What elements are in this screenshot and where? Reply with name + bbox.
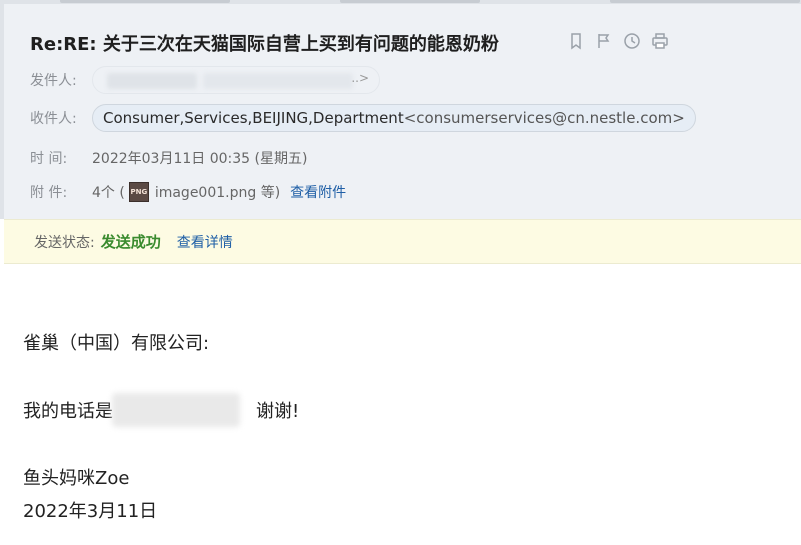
recipient-address: <consumerservices@cn.nestle.com> — [403, 109, 685, 127]
redacted-sender-address — [203, 73, 353, 89]
body-date: 2022年3月11日 — [23, 501, 158, 522]
from-suffix: ..> — [351, 71, 369, 85]
body-greeting: 雀巢（中国）有限公司: — [23, 333, 210, 354]
email-subject: Re:RE: 关于三次在天猫国际自营上买到有问题的能恩奶粉 — [30, 34, 499, 55]
flag-icon — [598, 34, 610, 48]
body-signature: 鱼头妈咪Zoe — [23, 468, 130, 489]
bookmark-button[interactable] — [566, 31, 586, 51]
redacted-sender — [107, 73, 197, 89]
attachment-file[interactable]: image001.png 等) — [155, 182, 280, 202]
from-label: 发件人: — [30, 73, 77, 89]
header-actions — [566, 31, 670, 53]
print-icon — [652, 33, 668, 49]
to-row: 收件人: Consumer,Services,BEIJING,Departmen… — [30, 104, 696, 132]
png-file-icon[interactable]: PNG — [128, 182, 149, 202]
body-phone-suffix: 谢谢! — [256, 401, 300, 422]
from-chip[interactable]: ..> — [92, 66, 380, 94]
attachment-count: 4个 ( — [92, 185, 125, 201]
email-body: 雀巢（中国）有限公司: 我的电话是 谢谢! 鱼头妈咪Zoe 2022年3月11日 — [4, 265, 801, 545]
redacted-phone — [112, 393, 240, 427]
view-details-link[interactable]: 查看详情 — [177, 232, 233, 252]
status-label: 发送状态: — [34, 234, 95, 251]
time-label: 时 间: — [30, 151, 68, 167]
status-value: 发送成功 — [100, 233, 161, 251]
clock-icon — [624, 33, 640, 49]
top-edge — [0, 0, 801, 4]
from-row: 发件人: ..> — [30, 66, 380, 94]
time-row: 时 间: 2022年03月11日 00:35 (星期五) — [30, 148, 307, 168]
print-button[interactable] — [650, 31, 670, 51]
attachment-row: 附 件: 4个 ( PNG image001.png 等) 查看附件 — [30, 182, 346, 202]
time-value: 2022年03月11日 00:35 (星期五) — [92, 151, 308, 167]
to-label: 收件人: — [30, 111, 77, 127]
view-attachments-link[interactable]: 查看附件 — [290, 182, 346, 202]
attachment-label: 附 件: — [30, 185, 68, 201]
recipient-name: Consumer,Services,BEIJING,Department — [103, 109, 404, 127]
body-phone-prefix: 我的电话是 — [23, 401, 113, 422]
reminder-button[interactable] — [622, 31, 642, 51]
flag-button[interactable] — [594, 31, 614, 51]
bookmark-icon — [571, 33, 581, 50]
send-status-bar: 发送状态: 发送成功 查看详情 — [4, 219, 801, 264]
recipient-chip[interactable]: Consumer,Services,BEIJING,Department <co… — [92, 104, 696, 132]
